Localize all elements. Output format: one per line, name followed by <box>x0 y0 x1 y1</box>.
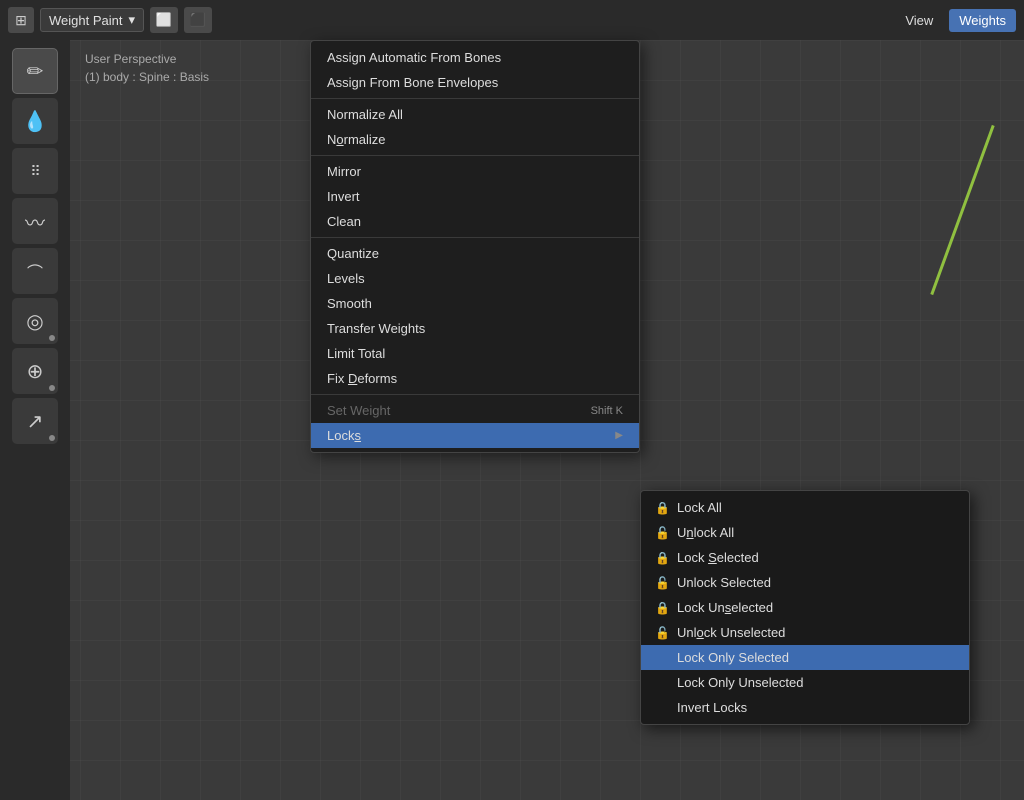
lock-unselected-label: Lock Unselected <box>677 600 773 615</box>
tool-gradient[interactable]: ↗ <box>12 398 58 444</box>
menu-normalize-all[interactable]: Normalize All <box>311 102 639 127</box>
sep-4 <box>311 394 639 395</box>
transfer-weights-label: Transfer Weights <box>327 321 425 336</box>
scene-line <box>930 125 994 295</box>
menu-locks[interactable]: Locks ▶ <box>311 423 639 448</box>
perspective-label: User Perspective <box>85 50 209 68</box>
menu-mirror[interactable]: Mirror <box>311 159 639 184</box>
menu-normalize[interactable]: Normalize <box>311 127 639 152</box>
menu-quantize[interactable]: Quantize <box>311 241 639 266</box>
menu-set-weight: Set Weight Shift K <box>311 398 639 423</box>
unlock-all-icon: 🔓 <box>655 526 669 540</box>
submenu-lock-unselected[interactable]: 🔒 Lock Unselected <box>641 595 969 620</box>
weights-menu: Assign Automatic From Bones Assign From … <box>310 40 640 453</box>
unlock-unselected-label: Unlock Unselected <box>677 625 785 640</box>
topbar-weights[interactable]: Weights <box>949 9 1016 32</box>
viewport-header: User Perspective (1) body : Spine : Basi… <box>85 50 209 86</box>
left-sidebar: ✏ 💧 ⠿ 〰 ⌒ ◎ ⊕ ↗ <box>0 40 70 800</box>
assign-envelope-label: Assign From Bone Envelopes <box>327 75 498 90</box>
unlock-selected-label: Unlock Selected <box>677 575 771 590</box>
submenu-lock-selected[interactable]: 🔒 Lock Selected <box>641 545 969 570</box>
draw-icon: ✏ <box>27 59 44 84</box>
lock-unselected-icon: 🔒 <box>655 601 669 615</box>
menu-clean[interactable]: Clean <box>311 209 639 234</box>
set-weight-shortcut: Shift K <box>591 405 623 417</box>
mode-dropdown-icon: ▾ <box>128 12 135 28</box>
levels-label: Levels <box>327 271 365 286</box>
tool-draw[interactable]: ✏ <box>12 48 58 94</box>
quantize-label: Quantize <box>327 246 379 261</box>
dots-icon: ⠿ <box>30 163 39 180</box>
menu-assign-envelope[interactable]: Assign From Bone Envelopes <box>311 70 639 95</box>
menu-limit-total[interactable]: Limit Total <box>311 341 639 366</box>
lock-only-selected-label: Lock Only Selected <box>677 650 789 665</box>
sample-dot <box>49 335 55 341</box>
locks-arrow-icon: ▶ <box>615 430 623 441</box>
tool-crosshair[interactable]: ⊕ <box>12 348 58 394</box>
submenu-lock-all[interactable]: 🔒 Lock All <box>641 495 969 520</box>
set-weight-label: Set Weight <box>327 403 390 418</box>
unlock-selected-icon: 🔓 <box>655 576 669 590</box>
unlock-unselected-icon: 🔓 <box>655 626 669 640</box>
viewport-btn-2[interactable]: ⬛ <box>184 7 212 33</box>
lock-selected-icon: 🔒 <box>655 551 669 565</box>
topbar-view[interactable]: View <box>895 9 943 32</box>
lock-only-unselected-label: Lock Only Unselected <box>677 675 803 690</box>
smear-icon: 〰 <box>25 207 45 236</box>
tool-blur[interactable]: 💧 <box>12 98 58 144</box>
submenu-lock-only-selected[interactable]: Lock Only Selected <box>641 645 969 670</box>
menu-assign-auto[interactable]: Assign Automatic From Bones <box>311 45 639 70</box>
blur-icon: 💧 <box>23 109 48 134</box>
smooth-label: Smooth <box>327 296 372 311</box>
mode-icon: ⊞ <box>8 7 34 33</box>
unlock-all-label: Unlock All <box>677 525 734 540</box>
submenu-unlock-unselected[interactable]: 🔓 Unlock Unselected <box>641 620 969 645</box>
invert-locks-label: Invert Locks <box>677 700 747 715</box>
normalize-all-label: Normalize All <box>327 107 403 122</box>
menu-smooth[interactable]: Smooth <box>311 291 639 316</box>
submenu-unlock-selected[interactable]: 🔓 Unlock Selected <box>641 570 969 595</box>
sep-1 <box>311 98 639 99</box>
normalize-label: Normalize <box>327 132 386 147</box>
tool-dots[interactable]: ⠿ <box>12 148 58 194</box>
sample-icon: ◎ <box>26 309 43 334</box>
lock-all-icon: 🔒 <box>655 501 669 515</box>
menu-levels[interactable]: Levels <box>311 266 639 291</box>
tool-relax[interactable]: ⌒ <box>12 248 58 294</box>
topbar: ⊞ Weight Paint ▾ ⬜ ⬛ View Weights <box>0 0 1024 40</box>
submenu-unlock-all[interactable]: 🔓 Unlock All <box>641 520 969 545</box>
clean-label: Clean <box>327 214 361 229</box>
sep-2 <box>311 155 639 156</box>
lock-all-label: Lock All <box>677 500 722 515</box>
fix-deforms-label: Fix Deforms <box>327 371 397 386</box>
mode-label: Weight Paint <box>49 13 122 28</box>
object-label: (1) body : Spine : Basis <box>85 68 209 86</box>
crosshair-icon: ⊕ <box>27 359 44 384</box>
mode-selector[interactable]: Weight Paint ▾ <box>40 8 144 32</box>
sep-3 <box>311 237 639 238</box>
locks-submenu: 🔒 Lock All 🔓 Unlock All 🔒 Lock Selected … <box>640 490 970 725</box>
menu-transfer-weights[interactable]: Transfer Weights <box>311 316 639 341</box>
limit-total-label: Limit Total <box>327 346 385 361</box>
tool-sample[interactable]: ◎ <box>12 298 58 344</box>
invert-label: Invert <box>327 189 360 204</box>
lock-selected-label: Lock Selected <box>677 550 759 565</box>
menu-fix-deforms[interactable]: Fix Deforms <box>311 366 639 391</box>
submenu-lock-only-unselected[interactable]: Lock Only Unselected <box>641 670 969 695</box>
assign-auto-label: Assign Automatic From Bones <box>327 50 501 65</box>
gradient-icon: ↗ <box>27 409 44 434</box>
mirror-label: Mirror <box>327 164 361 179</box>
crosshair-dot <box>49 385 55 391</box>
submenu-invert-locks[interactable]: Invert Locks <box>641 695 969 720</box>
locks-label: Locks <box>327 428 361 443</box>
menu-invert[interactable]: Invert <box>311 184 639 209</box>
tool-smear[interactable]: 〰 <box>12 198 58 244</box>
relax-icon: ⌒ <box>27 259 43 283</box>
viewport-btn-1[interactable]: ⬜ <box>150 7 178 33</box>
gradient-dot <box>49 435 55 441</box>
